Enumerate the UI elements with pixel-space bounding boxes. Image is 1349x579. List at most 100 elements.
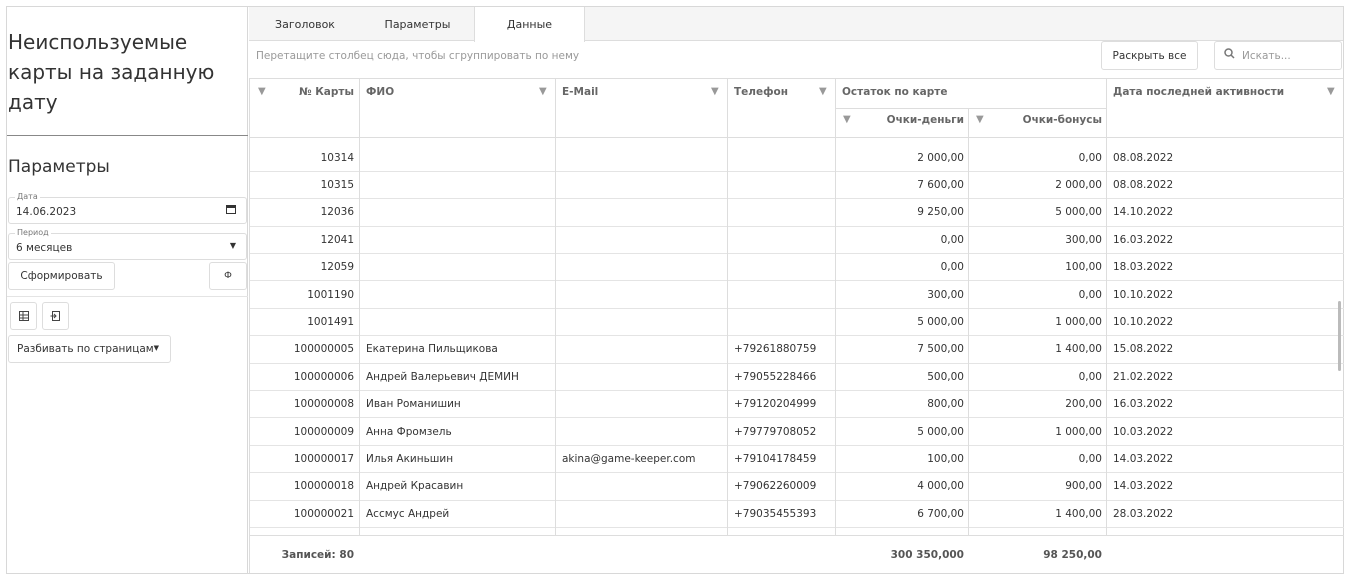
calendar-icon[interactable]: [226, 204, 236, 217]
cell-fio: Василий Жуковский: [366, 528, 551, 535]
date-value: 14.06.2023: [16, 206, 77, 218]
cell-last: 16.03.2022: [1113, 233, 1174, 246]
filter-icon[interactable]: ▼: [539, 86, 547, 97]
table-row[interactable]: 100000017 Илья Акиньшин akina@game-keeper.…: [250, 446, 1344, 474]
cell-fio: [366, 172, 551, 199]
search-input[interactable]: Искать...: [1214, 41, 1342, 70]
table-row[interactable]: 12036 9 250,00 5 000,00 14.10.2022: [250, 199, 1344, 227]
tab-parameters[interactable]: Параметры: [361, 7, 474, 41]
table-row[interactable]: 100000009 Анна Фромзель +79779708052 5 000,…: [250, 419, 1344, 446]
cell-email: [562, 309, 724, 336]
cell-fio: [366, 282, 551, 309]
tab-header[interactable]: Заголовок: [249, 7, 361, 41]
column-header-bonus[interactable]: Очки-бонусы: [990, 114, 1102, 126]
cell-phone: +79055228466: [734, 370, 817, 383]
cell-bonus: 0,00: [1078, 288, 1102, 301]
table-row[interactable]: 100000008 Иван Романишин +79120204999 800,0…: [250, 391, 1344, 419]
column-header-email[interactable]: E-Mail: [562, 86, 598, 98]
paging-label: Разбивать по страницам: [17, 343, 154, 355]
paging-dropdown[interactable]: Разбивать по страницам ▼: [8, 335, 171, 363]
cell-fio: Анна Фромзель: [366, 425, 452, 438]
column-separator: [727, 137, 728, 535]
cell-last: 21.02.2022: [1113, 370, 1174, 383]
cell-last: 10.10.2022: [1113, 288, 1174, 301]
cell-phone: [734, 145, 832, 172]
cell-card: 100000008: [293, 398, 354, 411]
cell-fio: Андрей Красавин: [366, 480, 464, 493]
cell-phone: +79035455393: [734, 507, 817, 520]
period-select[interactable]: Период 6 месяцев ▼: [8, 228, 247, 260]
report-window: Неиспользуемые карты на заданную дату Па…: [6, 6, 1344, 574]
column-separator: [968, 137, 969, 535]
cell-card: 100000021: [293, 507, 354, 520]
report-content: Заголовок Параметры Данные Перетащите ст…: [249, 7, 1344, 573]
table-row[interactable]: 100000006 Андрей Валерьевич ДЕМИН +7905522…: [250, 364, 1344, 392]
column-header-last-activity[interactable]: Дата последней активности: [1113, 86, 1284, 98]
doc-export-icon[interactable]: [42, 302, 69, 330]
cell-money: 100,00: [927, 452, 964, 465]
table-row[interactable]: 100000018 Андрей Красавин +79062260009 4 00…: [250, 473, 1344, 501]
cell-email: [562, 501, 724, 528]
table-row[interactable]: 1001491 5 000,00 1 000,00 10.10.2022: [250, 309, 1344, 337]
excel-export-icon[interactable]: [10, 302, 37, 330]
cell-fio: [366, 145, 551, 172]
cell-bonus: 2 000,00: [1055, 178, 1102, 191]
cell-card: 100000005: [293, 343, 354, 356]
extra-button[interactable]: Ф: [209, 262, 247, 290]
filter-icon[interactable]: ▼: [258, 86, 266, 97]
cell-email: [562, 199, 724, 226]
column-header-money[interactable]: Очки-деньги: [860, 114, 964, 126]
cell-bonus: 5 000,00: [1055, 206, 1102, 219]
cell-fio: Ассмус Андрей: [366, 507, 450, 520]
generate-button[interactable]: Сформировать: [8, 262, 115, 290]
table-row[interactable]: 100000005 Екатерина Пильщикова +7926188075…: [250, 336, 1344, 364]
column-separator: [555, 137, 556, 535]
period-legend: Период: [15, 228, 51, 237]
table-row[interactable]: 1001190 300,00 0,00 10.10.2022: [250, 282, 1344, 309]
cell-last: 16.03.2022: [1113, 398, 1174, 411]
separator: [7, 296, 248, 297]
cell-fio: [366, 254, 551, 281]
vertical-scrollbar[interactable]: [1338, 301, 1341, 371]
cell-card: 100000006: [293, 370, 354, 383]
cell-bonus: 1 000,00: [1055, 315, 1102, 328]
cell-bonus: 0,00: [1078, 151, 1102, 164]
grid-toolbar: Перетащите столбец сюда, чтобы сгруппиро…: [249, 41, 1343, 79]
tab-data[interactable]: Данные: [474, 7, 585, 42]
cell-fio: [366, 227, 551, 254]
filter-icon[interactable]: ▼: [711, 86, 719, 97]
cell-money: 800,00: [927, 398, 964, 411]
date-field[interactable]: Дата 14.06.2023: [8, 192, 247, 224]
table-row[interactable]: 100000023 Василий Жуковский +79036063406 9 …: [250, 528, 1344, 535]
report-title: Неиспользуемые карты на заданную дату: [8, 30, 215, 114]
cell-card: 10314: [320, 151, 354, 164]
cell-money: 7 500,00: [917, 343, 964, 356]
filter-icon[interactable]: ▼: [843, 114, 851, 125]
table-row[interactable]: 12059 0,00 100,00 18.03.2022: [250, 254, 1344, 282]
filter-icon[interactable]: ▼: [819, 86, 827, 97]
cell-phone: [734, 309, 832, 336]
filter-icon[interactable]: ▼: [976, 114, 984, 125]
cell-last: 10.03.2022: [1113, 425, 1174, 438]
filter-icon[interactable]: ▼: [1327, 86, 1335, 97]
grid-body: 100000023 Василий Жуковский +79036063406 9 …: [250, 137, 1344, 535]
parameters-panel: Неиспользуемые карты на заданную дату Па…: [7, 7, 248, 573]
table-row[interactable]: 100000021 Ассмус Андрей +79035455393 6 700,…: [250, 501, 1344, 529]
cell-fio: Андрей Валерьевич ДЕМИН: [366, 370, 519, 383]
group-panel[interactable]: Перетащите столбец сюда, чтобы сгруппиро…: [256, 50, 579, 62]
table-row[interactable]: 10314 2 000,00 0,00 08.08.2022: [250, 145, 1344, 172]
cell-fio: Екатерина Пильщикова: [366, 343, 498, 356]
expand-all-button[interactable]: Раскрыть все: [1101, 41, 1198, 70]
column-header-phone[interactable]: Телефон: [734, 86, 788, 98]
column-header-fio[interactable]: ФИО: [366, 86, 394, 98]
cell-money: 2 000,00: [917, 151, 964, 164]
column-header-card[interactable]: № Карты: [280, 86, 354, 98]
cell-card: 1001190: [307, 288, 354, 301]
table-row[interactable]: 12041 0,00 300,00 16.03.2022: [250, 227, 1344, 255]
cell-phone: [734, 172, 832, 199]
cell-last: 14.03.2022: [1113, 452, 1174, 465]
cell-email: [562, 336, 724, 363]
cell-last: 08.08.2022: [1113, 178, 1174, 191]
table-row[interactable]: 10315 7 600,00 2 000,00 08.08.2022: [250, 172, 1344, 200]
bonus-total: 98 250,00: [1043, 549, 1102, 561]
